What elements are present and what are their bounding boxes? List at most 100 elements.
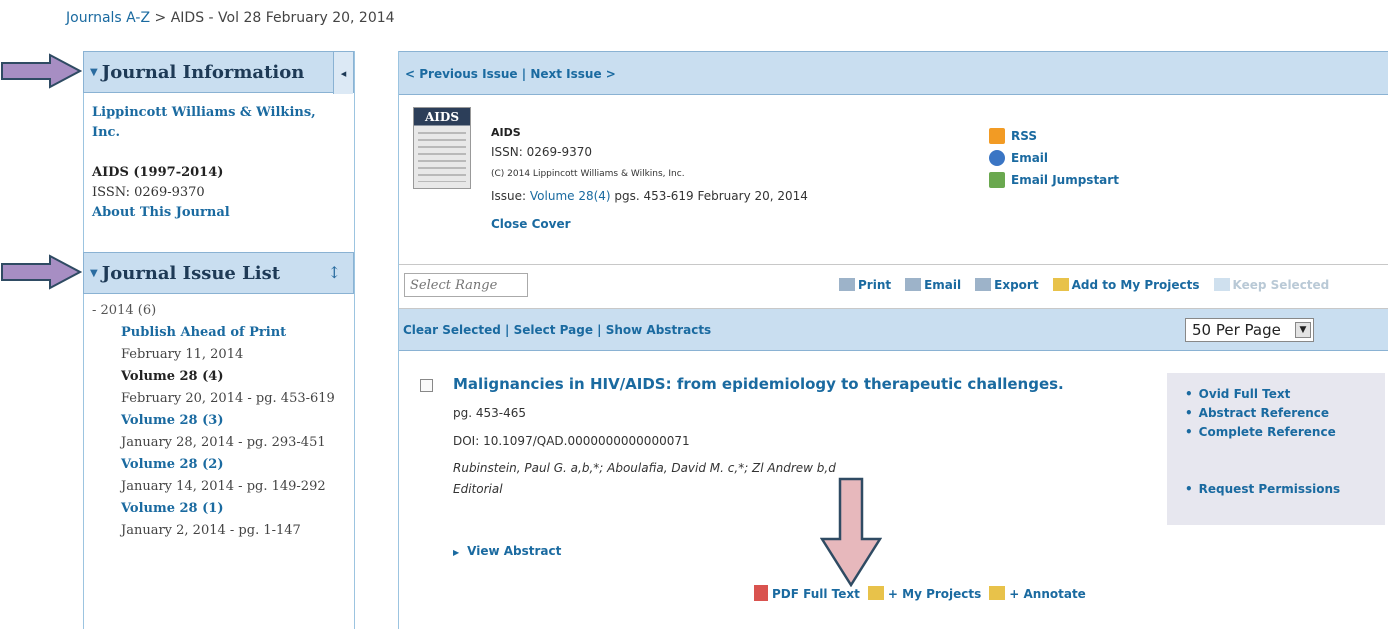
export-button[interactable]: Export — [975, 278, 1039, 292]
about-journal-link[interactable]: About This Journal — [92, 203, 346, 223]
add-to-projects-button[interactable]: Add to My Projects — [1052, 278, 1200, 292]
per-page-select[interactable]: 50 Per Page ▼ — [1185, 318, 1314, 342]
journal-info-body: Lippincott Williams & Wilkins, Inc. AIDS… — [83, 93, 354, 252]
email-icon — [989, 150, 1005, 166]
next-issue-link[interactable]: Next Issue > — [530, 67, 616, 81]
alert-links: RSS Email Email Jumpstart — [989, 125, 1119, 191]
toolbar-actions: Print Email Export Add to My Projects Ke… — [839, 278, 1329, 292]
pdf-icon — [754, 585, 768, 601]
per-page-value: 50 Per Page — [1192, 321, 1281, 339]
issue-item: Volume 28 (3) January 28, 2014 - pg. 293… — [92, 410, 346, 454]
issue-date: January 28, 2014 - pg. 293-451 — [121, 435, 326, 450]
keep-icon — [1213, 278, 1230, 291]
cover-metadata: AIDS ISSN: 0269-9370 (C) 2014 Lippincott… — [491, 125, 808, 235]
cover-title: AIDS — [425, 110, 459, 124]
issue-link[interactable]: Publish Ahead of Print — [121, 322, 346, 344]
annotate-label: + Annotate — [1009, 586, 1086, 601]
folder-add-icon — [1052, 278, 1069, 291]
collapse-panel-icon[interactable]: ◂ — [333, 52, 353, 94]
cover-issue-line: Issue: Volume 28(4) pgs. 453-619 Februar… — [491, 185, 808, 207]
email-jumpstart-link[interactable]: Email Jumpstart — [989, 169, 1119, 191]
breadcrumb-separator: > — [150, 10, 171, 26]
view-abstract-label: View Abstract — [467, 544, 562, 558]
email-link[interactable]: Email — [989, 147, 1119, 169]
select-range-input[interactable] — [404, 273, 528, 297]
pdf-full-text-link[interactable]: PDF Full Text — [754, 585, 860, 601]
annotation-arrow-icon — [1, 53, 82, 89]
previous-issue-link[interactable]: < Previous Issue — [405, 67, 518, 81]
folder-add-icon — [867, 585, 884, 600]
results-toolbar: Print Email Export Add to My Projects Ke… — [399, 265, 1388, 309]
sep: | — [500, 323, 514, 337]
issue-date: January 14, 2014 - pg. 149-292 — [121, 479, 326, 494]
journal-cover-image[interactable]: AIDS — [413, 107, 471, 189]
issue-prefix: Issue: — [491, 189, 530, 203]
close-cover-link[interactable]: Close Cover — [491, 213, 808, 235]
selection-bar: Clear Selected | Select Page | Show Abst… — [399, 309, 1388, 351]
journal-title-years: AIDS (1997-2014) — [92, 165, 224, 180]
expand-arrow-icon: ▶ — [453, 548, 460, 557]
link-label: Ovid Full Text — [1198, 387, 1291, 401]
keep-selected-button[interactable]: Keep Selected — [1213, 278, 1329, 292]
link-label: Abstract Reference — [1198, 406, 1330, 420]
dropdown-arrow-icon[interactable]: ▼ — [1295, 322, 1311, 338]
abstract-reference-link[interactable]: • Abstract Reference — [1185, 404, 1385, 423]
issue-date: February 11, 2014 — [121, 347, 244, 362]
print-icon — [839, 278, 855, 291]
issue-list: - 2014 (6) Publish Ahead of Print Februa… — [83, 294, 354, 629]
issue-link[interactable]: Volume 28 (2) — [121, 454, 346, 476]
link-label: Request Permissions — [1198, 482, 1341, 496]
export-icon — [975, 278, 992, 291]
result-pages: pg. 453-465 — [453, 406, 527, 420]
pdf-label: PDF Full Text — [772, 587, 860, 601]
annotation-arrow-down-icon — [820, 477, 882, 587]
journal-info-header[interactable]: ▼ Journal Information ◂ — [83, 51, 354, 94]
current-issue-label: Volume 28 (4) — [121, 369, 224, 384]
my-projects-link[interactable]: + My Projects — [867, 585, 982, 601]
left-sidebar: ▼ Journal Information ◂ Lippincott Willi… — [83, 51, 355, 629]
link-label: Complete Reference — [1198, 425, 1336, 439]
rss-label: RSS — [1011, 129, 1037, 143]
issue-item: Publish Ahead of Print February 11, 2014 — [92, 322, 346, 366]
rss-icon — [989, 128, 1005, 144]
issue-item: Volume 28 (2) January 14, 2014 - pg. 149… — [92, 454, 346, 498]
publisher-link[interactable]: Lippincott Williams & Wilkins, Inc. — [92, 103, 346, 143]
rss-link[interactable]: RSS — [989, 125, 1119, 147]
ovid-full-text-link[interactable]: • Ovid Full Text — [1185, 385, 1385, 404]
issue-list-heading: Journal Issue List — [101, 262, 281, 284]
breadcrumb-journals-link[interactable]: Journals A-Z — [66, 10, 150, 26]
issue-date: February 20, 2014 - pg. 453-619 — [121, 391, 335, 406]
my-projects-label: + My Projects — [887, 586, 982, 601]
select-page-link[interactable]: Select Page — [514, 323, 593, 337]
result-checkbox[interactable] — [420, 379, 433, 392]
view-abstract-link[interactable]: ▶ View Abstract — [453, 544, 561, 558]
result-item: Malignancies in HIV/AIDS: from epidemiol… — [399, 351, 1388, 629]
expand-triangle-icon[interactable]: ▼ — [90, 268, 98, 279]
request-permissions-link[interactable]: • Request Permissions — [1185, 480, 1385, 499]
breadcrumb: Journals A-Z > AIDS - Vol 28 February 20… — [66, 10, 395, 26]
journal-cover-section: AIDS AIDS ISSN: 0269-9370 (C) 2014 Lippi… — [399, 95, 1388, 265]
expand-triangle-icon[interactable]: ▼ — [90, 67, 98, 78]
complete-reference-link[interactable]: • Complete Reference — [1185, 423, 1385, 442]
email-button[interactable]: Email — [905, 278, 961, 292]
cover-text-lines — [418, 132, 466, 182]
email-jumpstart-icon — [989, 172, 1005, 188]
issue-list-header[interactable]: ▼ Journal Issue List ↕ — [83, 252, 354, 294]
print-label: Print — [858, 278, 892, 292]
issue-volume-link[interactable]: Volume 28(4) — [530, 189, 611, 203]
issue-link[interactable]: Volume 28 (1) — [121, 498, 346, 520]
print-button[interactable]: Print — [839, 278, 891, 292]
issue-item: Volume 28 (1) January 2, 2014 - pg. 1-14… — [92, 498, 346, 542]
result-links-box: • Ovid Full Text • Abstract Reference • Com… — [1167, 373, 1385, 525]
annotate-link[interactable]: + Annotate — [989, 585, 1086, 601]
clear-selected-link[interactable]: Clear Selected — [403, 323, 501, 337]
resize-handle-icon[interactable]: ↕ — [328, 263, 341, 282]
email-label: Email — [924, 278, 962, 292]
show-abstracts-link[interactable]: Show Abstracts — [606, 323, 711, 337]
year-group-2014[interactable]: - 2014 (6) — [92, 300, 346, 322]
annotation-arrow-icon — [1, 254, 82, 290]
issue-link[interactable]: Volume 28 (3) — [121, 410, 346, 432]
journal-info-heading: Journal Information — [101, 61, 305, 83]
result-title-link[interactable]: Malignancies in HIV/AIDS: from epidemiol… — [453, 375, 1064, 393]
journal-issn: ISSN: 0269-9370 — [92, 185, 205, 200]
